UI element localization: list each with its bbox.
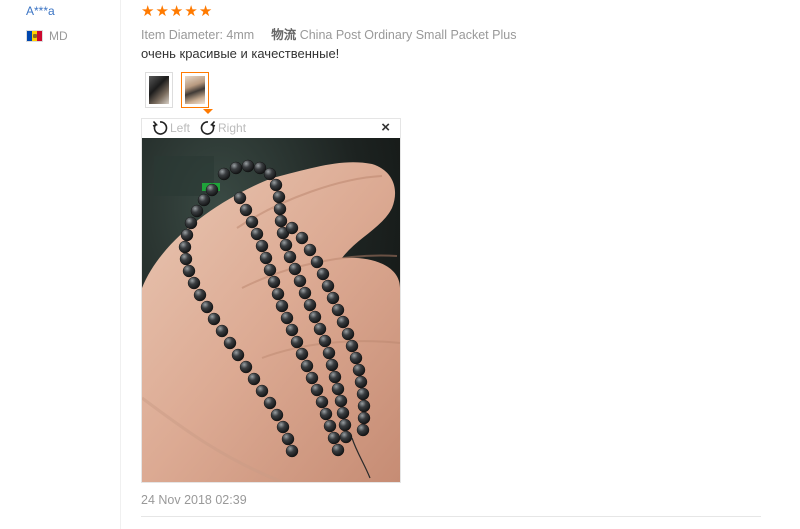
item-diameter: Item Diameter: 4mm bbox=[141, 28, 255, 42]
rotate-right-button[interactable]: Right bbox=[200, 120, 246, 136]
reviewer-country: MD bbox=[26, 29, 68, 43]
rotate-right-label: Right bbox=[218, 121, 247, 135]
star-icon: ★ bbox=[141, 3, 155, 20]
review-date: 24 Nov 2018 02:39 bbox=[141, 493, 247, 507]
country-code: MD bbox=[49, 29, 68, 43]
review-divider bbox=[141, 516, 761, 517]
photo-thumbnail-2[interactable] bbox=[181, 72, 209, 108]
review-photo-image bbox=[142, 138, 400, 482]
logistics-value: China Post Ordinary Small Packet Plus bbox=[299, 28, 517, 42]
selected-thumbnail-indicator bbox=[203, 109, 213, 114]
close-icon[interactable]: × bbox=[381, 120, 390, 135]
rotate-left-button[interactable]: Left bbox=[152, 120, 190, 136]
star-icon: ★ bbox=[184, 3, 198, 20]
review-attributes: Item Diameter: 4mm 物流 China Post Ordinar… bbox=[141, 24, 516, 43]
logistics-label: 物流 bbox=[271, 28, 297, 42]
reviewer-name: A***a bbox=[26, 4, 55, 18]
moldova-flag-icon bbox=[26, 30, 43, 42]
photo-viewer: Left Right × bbox=[141, 118, 401, 483]
photo-thumbnails bbox=[145, 72, 209, 108]
star-icon: ★ bbox=[198, 3, 213, 20]
rotate-right-icon bbox=[200, 120, 216, 135]
photo-thumbnail-1[interactable] bbox=[145, 72, 173, 108]
star-rating: ★ ★ ★ ★ ★ bbox=[141, 4, 212, 19]
review-photo bbox=[142, 138, 400, 482]
reviewer-column: A***a MD bbox=[0, 0, 121, 529]
rotate-left-label: Left bbox=[170, 121, 191, 135]
review-content: ★ ★ ★ ★ ★ Item Diameter: 4mm 物流 China Po… bbox=[141, 0, 761, 529]
star-icon: ★ bbox=[169, 3, 184, 20]
review-text: очень красивые и качественные! bbox=[141, 46, 340, 61]
viewer-toolbar: Left Right × bbox=[142, 119, 400, 137]
rotate-left-icon bbox=[152, 120, 168, 135]
star-icon: ★ bbox=[155, 3, 169, 20]
